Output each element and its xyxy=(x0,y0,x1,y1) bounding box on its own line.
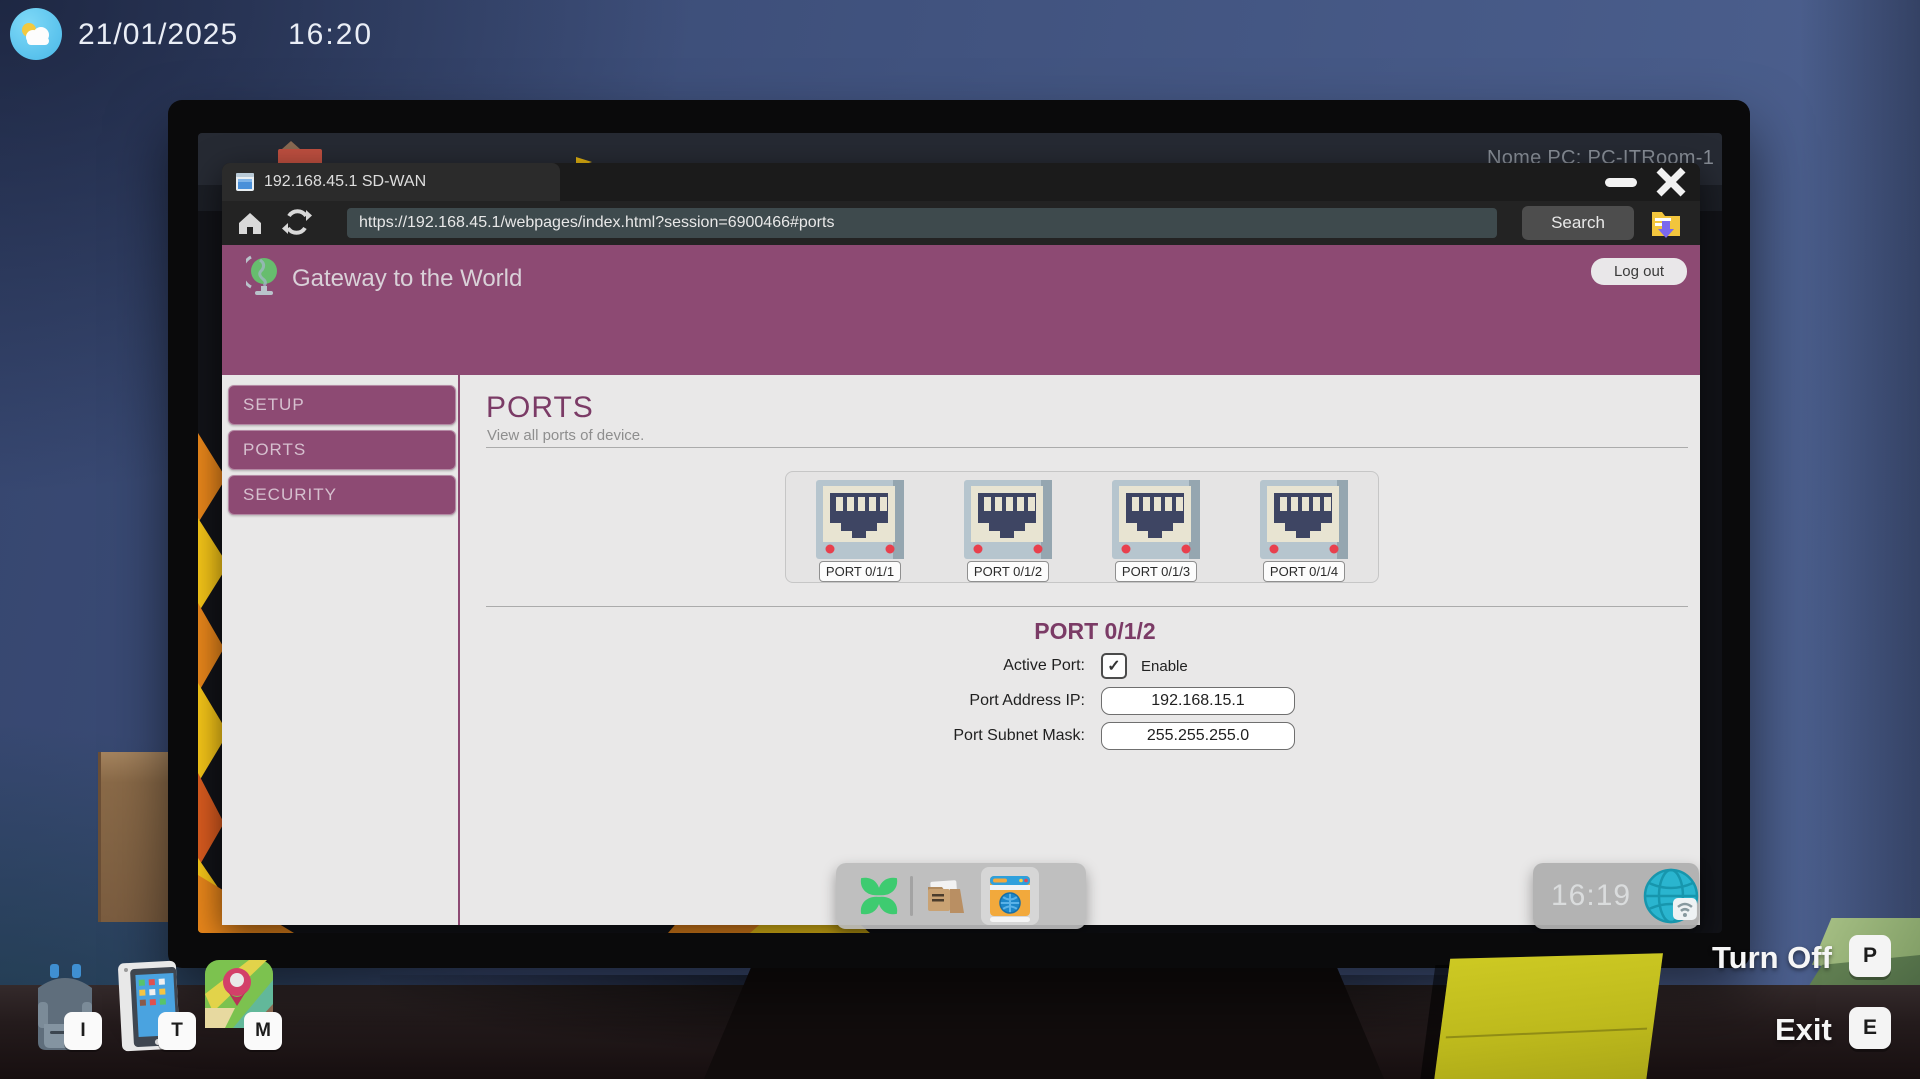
port-label: PORT 0/1/4 xyxy=(1263,561,1345,582)
site-brand: Gateway to the World xyxy=(292,265,522,293)
port-card[interactable]: PORT 0/1/3 xyxy=(1109,480,1203,582)
game-scene: Nome PC: PC-ITRoom-1 192.168.45.1 SD-WAN xyxy=(0,0,1920,1079)
taskbar-divider xyxy=(910,876,913,916)
map-keycap[interactable]: M xyxy=(244,1012,282,1050)
taskbar-clock-area: 16:19 xyxy=(1533,863,1699,929)
port-card[interactable]: PORT 0/1/4 xyxy=(1257,480,1351,582)
divider xyxy=(486,606,1688,607)
file-explorer-icon[interactable] xyxy=(927,879,965,913)
webpage-content: Gateway to the World Log out SETUP PORTS… xyxy=(222,245,1700,925)
sidebar-item-ports[interactable]: PORTS xyxy=(228,430,456,470)
sun-cloud-icon xyxy=(18,19,54,49)
cardboard-box xyxy=(98,752,177,922)
port-card[interactable]: PORT 0/1/1 xyxy=(813,480,907,582)
page-title: PORTS xyxy=(486,391,594,425)
network-globe-icon[interactable] xyxy=(1643,868,1699,924)
sidebar-item-setup[interactable]: SETUP xyxy=(228,385,456,425)
mask-label: Port Subnet Mask: xyxy=(815,727,1101,745)
main-panel: PORTS View all ports of device. xyxy=(462,375,1700,925)
search-button[interactable]: Search xyxy=(1522,206,1634,240)
downloads-folder-icon[interactable] xyxy=(1650,207,1682,239)
mask-row: Port Subnet Mask: xyxy=(815,722,1375,750)
ip-input[interactable] xyxy=(1101,687,1295,715)
globe-logo-icon xyxy=(246,255,282,295)
sticky-note xyxy=(1433,953,1663,1079)
port-label: PORT 0/1/2 xyxy=(967,561,1049,582)
check-icon: ✓ xyxy=(1107,656,1120,676)
url-field[interactable]: https://192.168.45.1/webpages/index.html… xyxy=(347,208,1497,238)
wall-right-shade xyxy=(1800,0,1920,1079)
port-detail-form: PORT 0/1/2 Active Port: ✓ Enable Port Ad… xyxy=(815,618,1375,750)
browser-app-icon xyxy=(990,876,1030,916)
ethernet-port-icon xyxy=(1112,480,1200,559)
enable-checkbox[interactable]: ✓ xyxy=(1101,653,1127,679)
hud-time: 16:20 xyxy=(288,18,373,52)
browser-window: 192.168.45.1 SD-WAN ht xyxy=(222,163,1700,925)
virtual-screen: Nome PC: PC-ITRoom-1 192.168.45.1 SD-WAN xyxy=(198,133,1722,933)
sticky-note-crease xyxy=(1446,1028,1647,1039)
page-subtitle: View all ports of device. xyxy=(487,427,644,444)
mask-input[interactable] xyxy=(1101,722,1295,750)
start-clover-icon[interactable] xyxy=(858,875,900,917)
turn-off-keycap[interactable]: P xyxy=(1849,935,1891,977)
browser-tabbar: 192.168.45.1 SD-WAN xyxy=(222,163,1700,201)
port-label: PORT 0/1/3 xyxy=(1115,561,1197,582)
active-port-row: Active Port: ✓ Enable xyxy=(815,652,1375,680)
home-icon[interactable] xyxy=(236,209,264,237)
enable-label: Enable xyxy=(1141,658,1188,675)
taskbar-clock: 16:19 xyxy=(1551,879,1631,913)
sidebar-item-security[interactable]: SECURITY xyxy=(228,475,456,515)
tab-favicon xyxy=(236,173,254,191)
monitor-stand xyxy=(704,966,1384,1079)
ip-label: Port Address IP: xyxy=(815,692,1101,710)
hud-date: 21/01/2025 xyxy=(78,18,238,52)
port-label: PORT 0/1/1 xyxy=(819,561,901,582)
exit-keycap[interactable]: E xyxy=(1849,1007,1891,1049)
refresh-icon[interactable] xyxy=(282,207,312,237)
minimize-icon[interactable] xyxy=(1605,178,1637,187)
ip-row: Port Address IP: xyxy=(815,687,1375,715)
page-header: Gateway to the World Log out xyxy=(222,245,1700,375)
active-port-label: Active Port: xyxy=(815,657,1101,675)
active-app-indicator xyxy=(990,917,1030,922)
inventory-keycap[interactable]: I xyxy=(64,1012,102,1050)
ports-container: PORT 0/1/1 xyxy=(785,471,1379,583)
logout-button[interactable]: Log out xyxy=(1591,258,1687,285)
tab-title: 192.168.45.1 SD-WAN xyxy=(264,173,426,191)
ethernet-port-icon xyxy=(1260,480,1348,559)
port-detail-title: PORT 0/1/2 xyxy=(815,618,1375,645)
ethernet-port-icon xyxy=(816,480,904,559)
sidebar: SETUP PORTS SECURITY xyxy=(222,375,460,925)
port-card[interactable]: PORT 0/1/2 xyxy=(961,480,1055,582)
taskbar xyxy=(836,863,1086,929)
close-icon[interactable] xyxy=(1656,167,1686,197)
divider xyxy=(486,447,1688,448)
exit-label: Exit xyxy=(1775,1012,1832,1048)
turn-off-label: Turn Off xyxy=(1712,940,1832,976)
weather-icon xyxy=(10,8,62,60)
browser-tab[interactable]: 192.168.45.1 SD-WAN xyxy=(222,163,560,201)
ethernet-port-icon xyxy=(964,480,1052,559)
taskbar-active-app[interactable] xyxy=(981,867,1039,925)
tablet-keycap[interactable]: T xyxy=(158,1012,196,1050)
